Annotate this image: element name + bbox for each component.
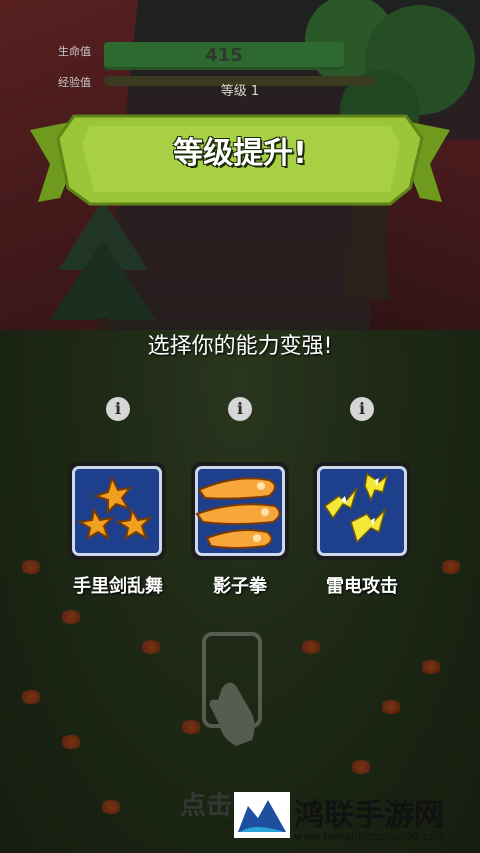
hp-bar: 415 [104,42,344,70]
info-icon-skill-2[interactable]: i [228,397,252,421]
banner-title: 等级提升! [173,136,307,171]
level-text: 等级 1 [220,84,260,99]
shadow-fist-icon [195,477,281,549]
skill-card-shuriken[interactable] [68,462,166,560]
watermark-url: www.henanhonglian95.com [294,830,447,843]
choose-ability-prompt: 选择你的能力变强! [147,334,333,359]
skill-icon-frame [195,466,285,556]
shuriken-icon [77,475,153,541]
tap-hint-text: 点击 [180,791,233,821]
skill-icon-frame [72,466,162,556]
skill-card-lightning[interactable] [313,462,411,560]
tap-hand-icon [202,632,262,746]
hp-label: 生命值 [58,45,91,58]
watermark-logo [234,792,290,838]
watermark-title: 鸿联手游网 [294,798,444,833]
info-icon-skill-3[interactable]: i [350,397,374,421]
hp-value: 415 [205,45,243,66]
skill-label-shadow-fist: 影子拳 [213,576,267,597]
lightning-icon [323,472,389,544]
skill-label-shuriken: 手里剑乱舞 [73,576,163,597]
watermark: 鸿联手游网 www.henanhonglian95.com [226,786,480,853]
skill-icon-frame [317,466,407,556]
skill-card-shadow-fist[interactable] [191,462,289,560]
skill-label-lightning: 雷电攻击 [326,576,398,597]
info-icon-skill-1[interactable]: i [106,397,130,421]
